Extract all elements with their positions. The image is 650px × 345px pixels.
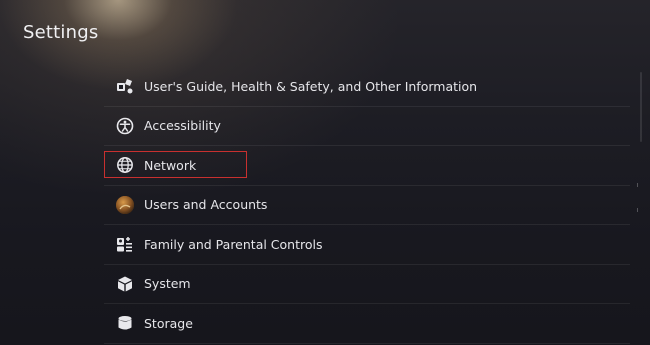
page-title: Settings <box>23 22 99 43</box>
settings-item-users-accounts[interactable]: Users and Accounts <box>104 186 630 225</box>
system-cube-icon <box>115 274 135 294</box>
settings-item-storage[interactable]: Storage <box>104 304 630 344</box>
settings-item-label: Accessibility <box>144 118 221 134</box>
settings-item-network[interactable]: Network <box>104 146 630 186</box>
settings-item-label: User's Guide, Health & Safety, and Other… <box>144 78 478 94</box>
settings-item-label: Storage <box>144 315 193 331</box>
user-avatar-icon <box>115 195 135 215</box>
settings-item-family-parental[interactable]: Family and Parental Controls <box>104 225 630 265</box>
storage-icon <box>115 313 135 333</box>
users-guide-icon <box>115 76 135 96</box>
settings-item-label: System <box>144 276 191 292</box>
accessibility-icon <box>115 116 135 136</box>
settings-item-system[interactable]: System <box>104 265 630 304</box>
settings-item-accessibility[interactable]: Accessibility <box>104 107 630 146</box>
scrollbar[interactable] <box>640 72 642 142</box>
focus-highlight <box>104 151 247 178</box>
scroll-marker <box>637 183 638 187</box>
settings-item-label: Family and Parental Controls <box>144 236 323 252</box>
family-controls-icon <box>115 234 135 254</box>
scroll-marker <box>637 208 638 212</box>
settings-list: User's Guide, Health & Safety, and Other… <box>104 67 630 344</box>
settings-item-label: Users and Accounts <box>144 197 268 213</box>
settings-item-users-guide[interactable]: User's Guide, Health & Safety, and Other… <box>104 67 630 107</box>
